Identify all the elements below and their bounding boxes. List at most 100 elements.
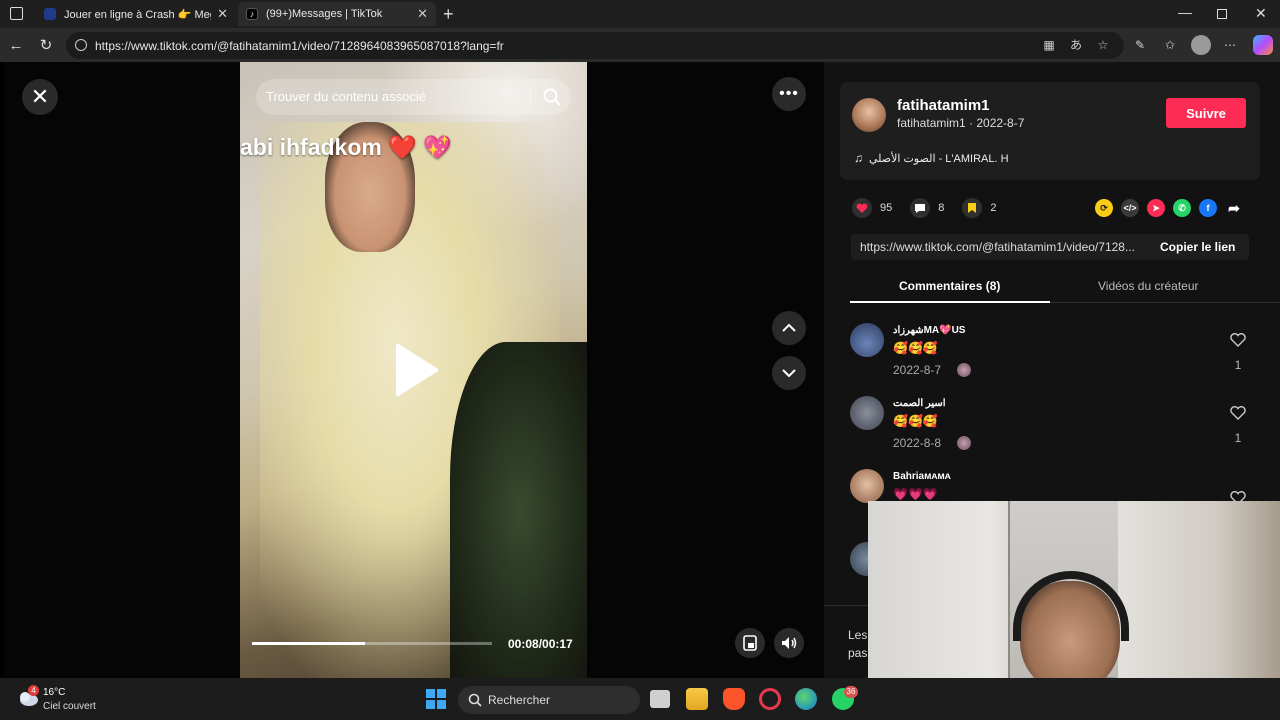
site-info-icon[interactable]	[75, 39, 87, 51]
share-link-row: https://www.tiktok.com/@fatihatamim1/vid…	[851, 234, 1249, 260]
favorite-star-icon[interactable]: ☆	[1095, 37, 1111, 53]
heart-outline-icon[interactable]	[1230, 406, 1246, 420]
video-frame[interactable]: Trouver du contenu associé abi ihfadkom …	[240, 62, 587, 678]
copy-link-button[interactable]: Copier le lien	[1160, 240, 1235, 254]
creator-liked-badge	[957, 436, 971, 450]
restore-icon[interactable]	[1217, 9, 1227, 19]
tab-creator-videos[interactable]: Vidéos du créateur	[1098, 279, 1199, 293]
comment-stat[interactable]: 8	[910, 198, 944, 218]
panel-tabs: Commentaires (8) Vidéos du créateur	[850, 272, 1280, 303]
video-progress-bar[interactable]	[252, 642, 492, 645]
translate-icon[interactable]: あ	[1068, 37, 1084, 53]
chevron-up-icon	[782, 323, 796, 332]
address-bar-row: ← ↻ https://www.tiktok.com/@fatihatamim1…	[0, 28, 1280, 62]
volume-button[interactable]	[774, 628, 804, 658]
embed-icon[interactable]: </>	[1121, 199, 1139, 217]
commenter-avatar[interactable]	[850, 469, 884, 503]
url-field[interactable]: https://www.tiktok.com/@fatihatamim1/vid…	[66, 32, 1124, 59]
windows-start-icon[interactable]	[426, 689, 446, 709]
favorites-icon[interactable]: ✩	[1162, 37, 1178, 53]
mini-player-icon	[743, 635, 757, 651]
music-note-icon: ♫	[854, 151, 863, 165]
floating-player-button[interactable]	[735, 628, 765, 658]
video-time: 00:08/00:17	[508, 637, 573, 651]
video-caption-overlay: abi ihfadkom ❤️ 💖	[240, 134, 452, 160]
task-view-icon[interactable]	[650, 690, 670, 708]
send-icon[interactable]: ➤	[1147, 199, 1165, 217]
profile-avatar[interactable]	[1191, 35, 1211, 55]
share-arrow-icon[interactable]: ➦	[1225, 199, 1243, 217]
comment-text: 🥰🥰🥰	[893, 341, 938, 355]
next-video-button[interactable]	[772, 356, 806, 390]
taskbar-search-label: Rechercher	[488, 693, 551, 707]
whatsapp-badge: 36	[844, 686, 858, 698]
more-options-button[interactable]: •••	[772, 77, 806, 111]
repost-icon[interactable]: ⟳	[1095, 199, 1113, 217]
commenter-name[interactable]: شهرزادMA💖US	[893, 325, 965, 336]
tab-comments[interactable]: Commentaires (8)	[899, 279, 1000, 293]
previous-video-button[interactable]	[772, 311, 806, 345]
tab-label: (99+)Messages | TikTok	[266, 8, 383, 20]
minimize-icon[interactable]: —	[1178, 4, 1192, 20]
more-menu-icon[interactable]: ⋯	[1222, 37, 1238, 53]
whatsapp-icon[interactable]: ✆	[1173, 199, 1191, 217]
engagement-stats: 95 8 2	[852, 198, 1015, 218]
brave-browser-icon[interactable]	[723, 688, 745, 710]
chevron-down-icon	[782, 369, 796, 378]
search-icon	[468, 693, 482, 707]
browser-tab-crash[interactable]: Jouer en ligne à Crash 👉 Megap ✕	[36, 2, 236, 26]
tab-label: Jouer en ligne à Crash 👉 Megap	[64, 8, 211, 21]
back-icon[interactable]: ←	[6, 35, 26, 55]
author-name[interactable]: fatihatamim1	[897, 97, 990, 114]
close-video-button[interactable]: ✕	[22, 79, 58, 115]
crash-favicon-icon	[44, 8, 56, 20]
commenter-avatar[interactable]	[850, 396, 884, 430]
share-row: ⟳ </> ➤ ✆ f ➦	[1095, 199, 1243, 217]
search-icon[interactable]	[542, 87, 562, 107]
extensions-icon[interactable]: ✎	[1132, 37, 1148, 53]
play-icon[interactable]	[392, 342, 440, 398]
url-text: https://www.tiktok.com/@fatihatamim1/vid…	[95, 39, 504, 53]
weather-alert-badge: 4	[28, 685, 39, 696]
save-count: 2	[990, 202, 997, 214]
weather-temperature[interactable]: 16°C	[43, 687, 65, 698]
comment-like-count: 1	[1234, 431, 1242, 445]
creator-liked-badge	[957, 363, 971, 377]
author-avatar[interactable]	[852, 98, 886, 132]
comment-item: شهرزادMA💖US 🥰🥰🥰 2022-8-7 1	[850, 323, 1250, 387]
music-row[interactable]: ♫ الصوت الأصلي - L'AMIRAL. H	[854, 151, 1009, 165]
browser-tab-bar: Jouer en ligne à Crash 👉 Megap ✕ ♪ (99+)…	[0, 0, 1280, 28]
facebook-icon[interactable]: f	[1199, 199, 1217, 217]
author-card: fatihatamim1 fatihatamim1 · 2022-8-7 Sui…	[840, 82, 1260, 180]
share-link-text[interactable]: https://www.tiktok.com/@fatihatamim1/vid…	[860, 240, 1143, 254]
commenter-avatar[interactable]	[850, 323, 884, 357]
heart-icon	[852, 198, 872, 218]
browser-tab-tiktok[interactable]: ♪ (99+)Messages | TikTok ✕	[238, 2, 436, 26]
video-player-area: ✕ Trouver du contenu associé abi ihfadko…	[4, 62, 824, 678]
like-stat[interactable]: 95	[852, 198, 892, 218]
follow-button[interactable]: Suivre	[1166, 98, 1246, 128]
bookmark-icon	[962, 198, 983, 218]
related-search-placeholder: Trouver du contenu associé	[266, 89, 426, 104]
commenter-name[interactable]: اسير الصمت	[893, 398, 946, 409]
copilot-icon[interactable]	[1253, 35, 1273, 55]
comment-icon	[910, 198, 931, 218]
tab-actions-icon[interactable]	[10, 7, 23, 20]
close-tab-icon[interactable]: ✕	[417, 6, 428, 22]
save-stat[interactable]: 2	[962, 198, 997, 218]
app-available-icon[interactable]: ▦	[1041, 37, 1057, 53]
close-tab-icon[interactable]: ✕	[217, 6, 228, 22]
file-explorer-icon[interactable]	[686, 688, 708, 710]
taskbar-search[interactable]: Rechercher	[458, 686, 640, 714]
refresh-icon[interactable]: ↻	[36, 35, 56, 55]
weather-description[interactable]: Ciel couvert	[43, 701, 96, 712]
new-tab-icon[interactable]: +	[443, 4, 454, 25]
opera-gx-icon[interactable]	[759, 688, 781, 710]
heart-outline-icon[interactable]	[1230, 333, 1246, 347]
close-window-icon[interactable]: ✕	[1255, 5, 1267, 22]
comment-like-count: 1	[1234, 358, 1242, 372]
edge-browser-icon[interactable]	[795, 688, 817, 710]
volume-icon	[782, 637, 797, 649]
related-search-bar[interactable]: Trouver du contenu associé	[256, 79, 571, 115]
commenter-name[interactable]: Bahriaᴍᴀᴍᴀ	[893, 471, 951, 482]
